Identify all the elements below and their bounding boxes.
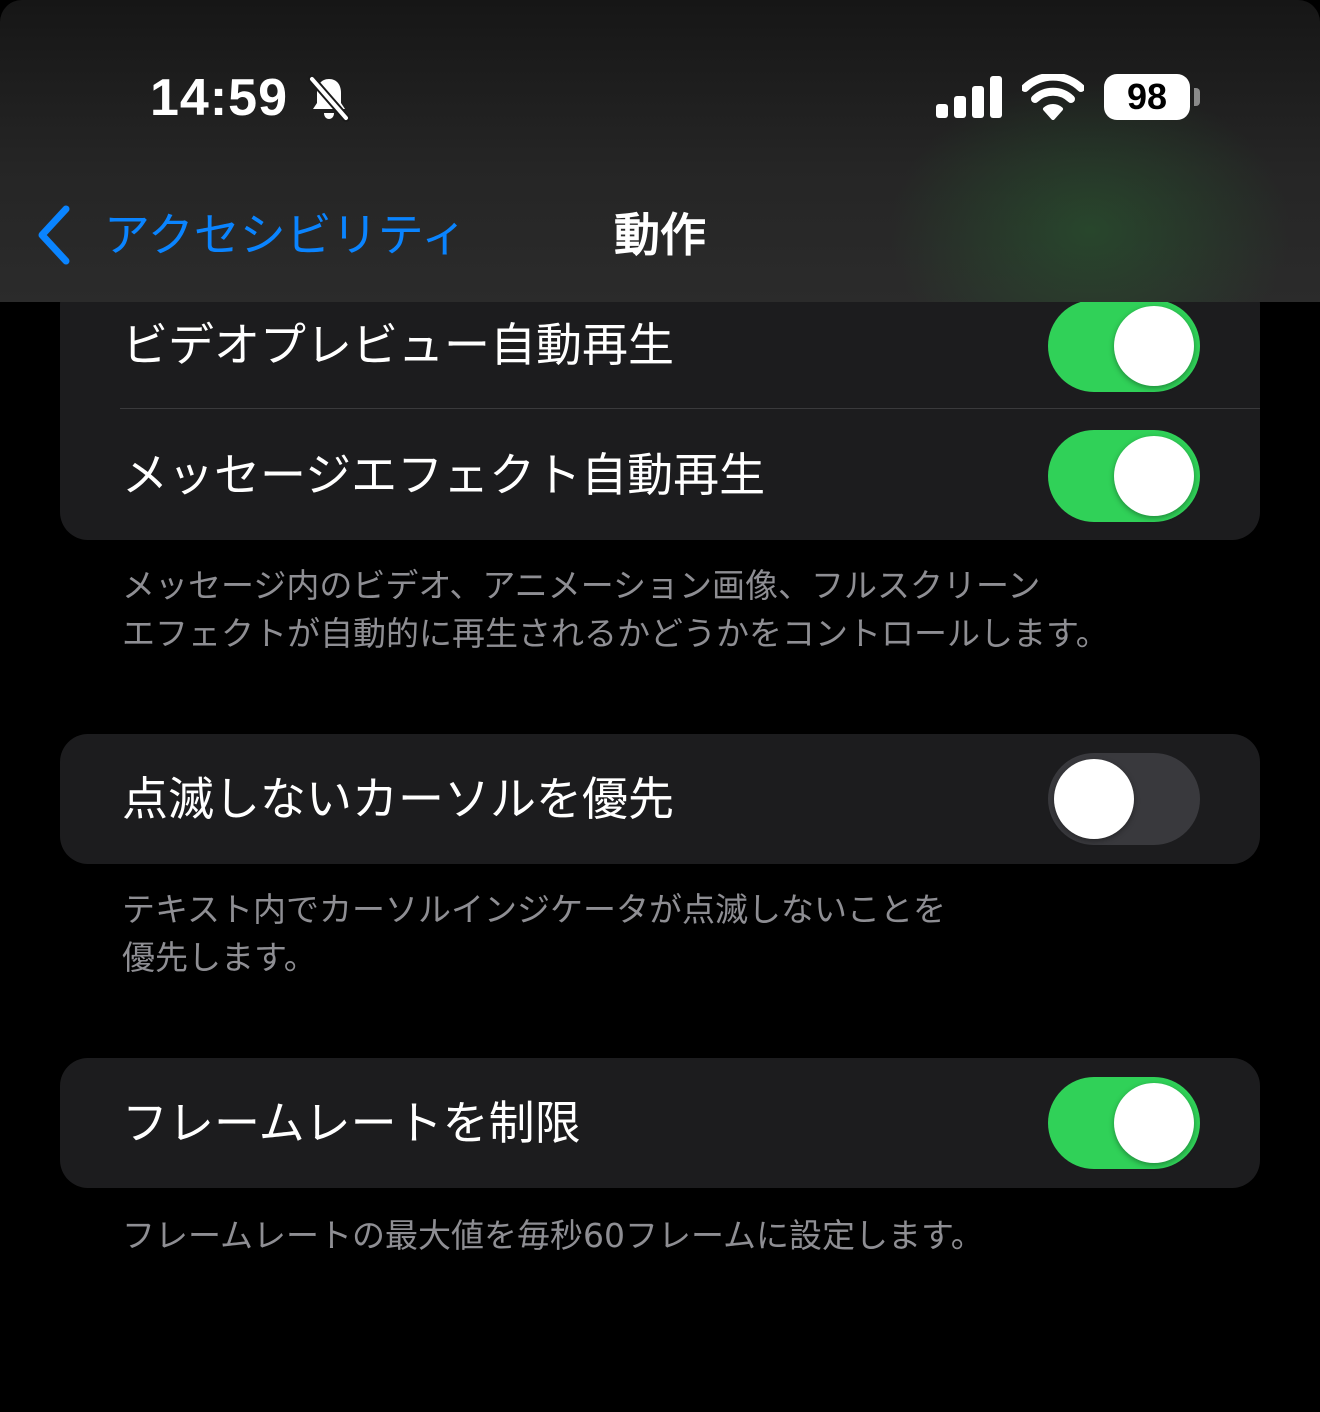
bell-slash-icon [308,75,350,122]
navigation-header: 14:59 98 動作 アクセシビリティ [0,0,1320,302]
settings-group-autoplay: ビデオプレビュー自動再生 メッセージエフェクト自動再生 [60,276,1260,540]
setting-row-non-blinking-cursor: 点滅しないカーソルを優先 [60,734,1260,864]
footer-line: 優先します。 [122,938,317,977]
toggle-knob [1114,306,1194,386]
setting-row-message-effects: メッセージエフェクト自動再生 [60,410,1260,540]
footer-line: エフェクトが自動的に再生されるかどうかをコントロールします。 [122,614,1109,653]
group-footer-note: テキスト内でカーソルインジケータが点滅しないことを 優先します。 [122,886,1242,982]
wifi-icon [1022,74,1084,120]
settings-group-frame-rate: フレームレートを制限 [60,1058,1260,1188]
toggle-knob [1054,759,1134,839]
toggle-knob [1114,1083,1194,1163]
chevron-left-icon [38,205,70,265]
back-label: アクセシビリティ [104,208,467,262]
footer-line: テキスト内でカーソルインジケータが点滅しないことを [122,890,947,929]
footer-line: フレームレートの最大値を毎秒60フレームに設定します。 [122,1216,984,1255]
message-effects-autoplay-toggle[interactable] [1048,430,1200,522]
battery-level: 98 [1126,76,1168,117]
video-preview-autoplay-toggle[interactable] [1048,300,1200,392]
group-footer-note: メッセージ内のビデオ、アニメーション画像、フルスクリーン エフェクトが自動的に再… [122,562,1242,658]
setting-label: フレームレートを制限 [122,1096,581,1150]
limit-frame-rate-toggle[interactable] [1048,1077,1200,1169]
setting-label: メッセージエフェクト自動再生 [122,448,766,502]
setting-label: 点滅しないカーソルを優先 [122,772,674,826]
toggle-knob [1114,436,1194,516]
footer-line: メッセージ内のビデオ、アニメーション画像、フルスクリーン [122,566,1041,605]
signal-icon [936,76,1002,118]
battery-icon: 98 [1104,74,1190,120]
status-time: 14:59 [150,69,288,127]
battery-cap [1194,88,1200,106]
non-blinking-cursor-toggle[interactable] [1048,753,1200,845]
setting-row-limit-frame-rate: フレームレートを制限 [60,1058,1260,1188]
back-button[interactable]: アクセシビリティ [34,200,467,270]
group-footer-note: フレームレートの最大値を毎秒60フレームに設定します。 [122,1212,1242,1260]
settings-group-cursor: 点滅しないカーソルを優先 [60,734,1260,864]
row-separator [120,408,1260,409]
